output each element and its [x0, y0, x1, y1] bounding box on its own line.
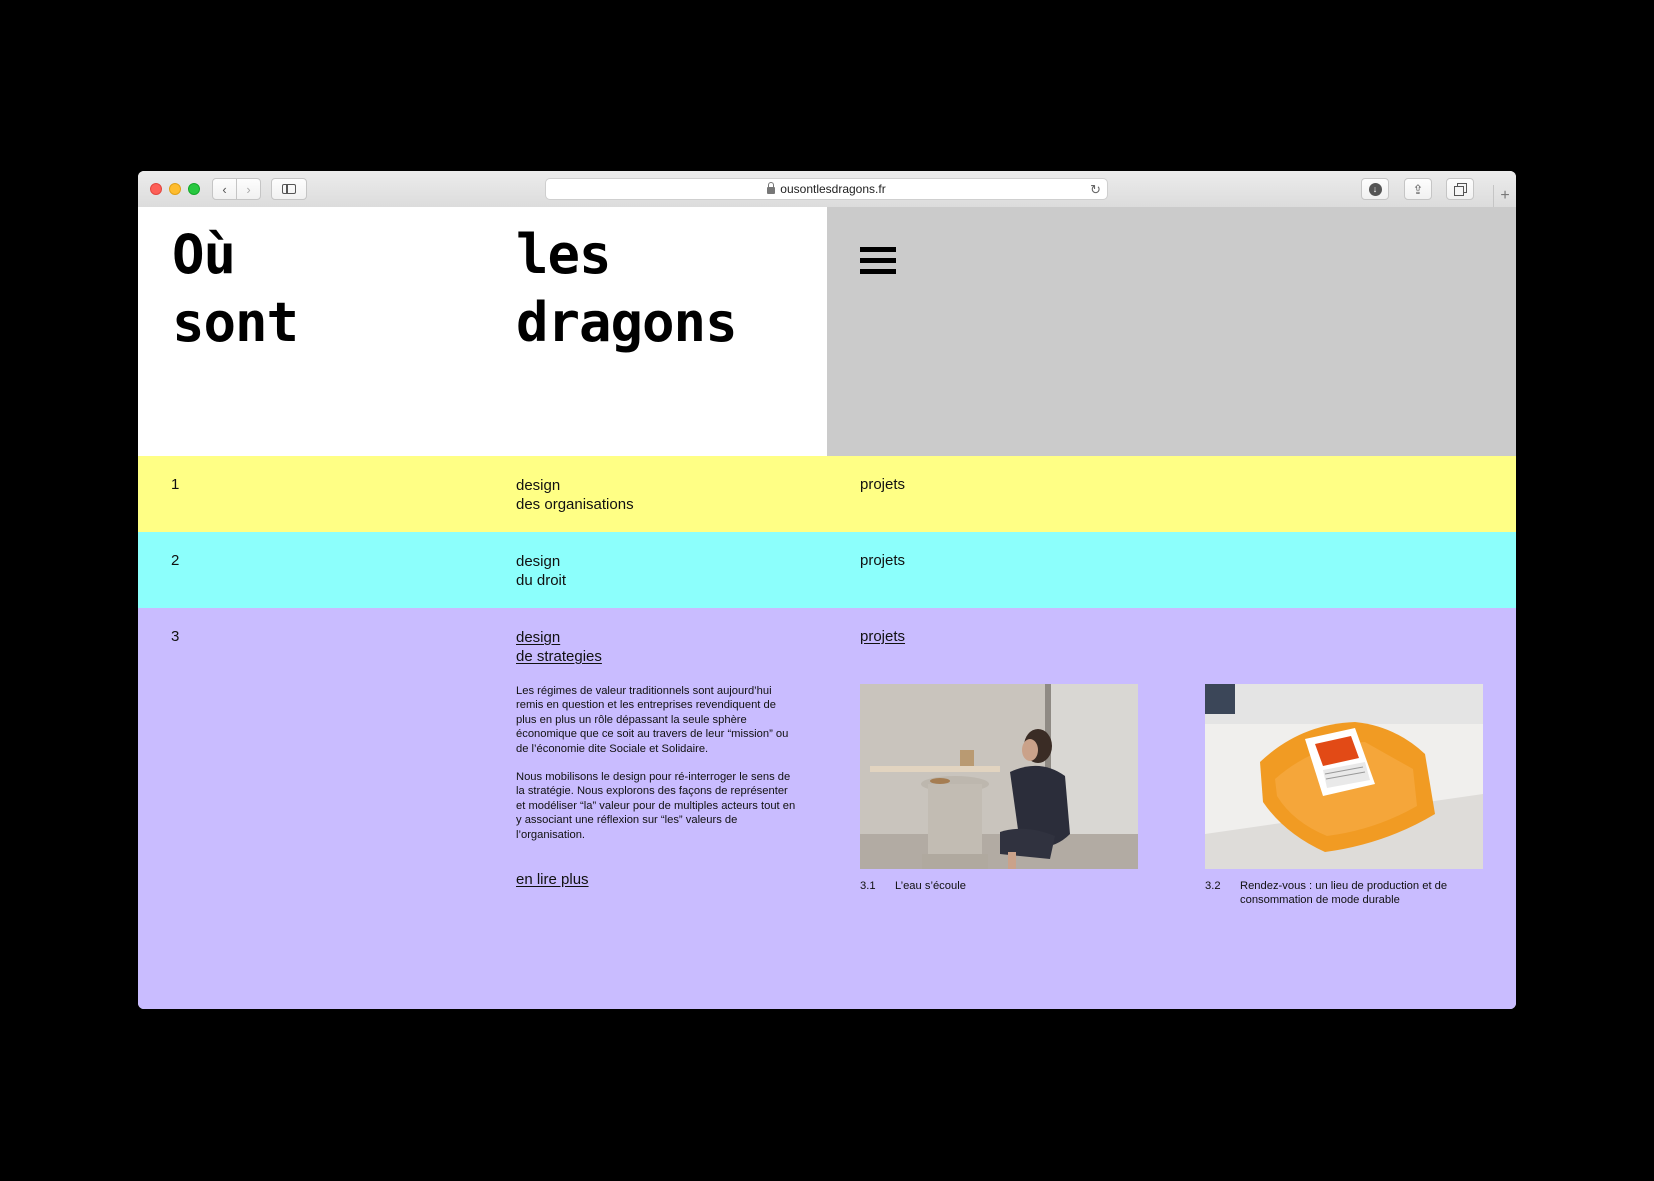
share-button[interactable]: ⇪ [1404, 178, 1432, 200]
logo-word[interactable]: sont [172, 289, 299, 357]
section-title-line: design [516, 629, 561, 646]
section-row-organisations: 1 design des organisations projets [138, 456, 1516, 532]
close-window-button[interactable] [150, 183, 162, 195]
logo-word[interactable]: les [516, 221, 612, 289]
downloads-button[interactable]: ↓ [1361, 178, 1389, 200]
project-number: 3.1 [860, 880, 876, 892]
project-thumbnail-3-2[interactable] [1205, 684, 1483, 869]
project-thumbnail-3-1[interactable] [860, 684, 1138, 869]
section-number: 2 [171, 552, 180, 569]
project-title: L’eau s’écoule [895, 880, 966, 892]
section-title-line: design [516, 553, 561, 570]
zoom-window-button[interactable] [188, 183, 200, 195]
address-url: ousontlesdragons.fr [780, 182, 886, 196]
section-title-line: du droit [516, 572, 567, 589]
back-button[interactable]: ‹ [212, 178, 237, 200]
chevron-left-icon: ‹ [222, 181, 227, 197]
logo-word[interactable]: Où [172, 221, 236, 289]
hamburger-menu-icon[interactable] [860, 247, 896, 275]
chevron-right-icon: › [246, 181, 251, 197]
site-header-menu-area [827, 207, 1516, 456]
section-title[interactable]: design de strategies [516, 628, 602, 666]
read-more-link[interactable]: en lire plus [516, 871, 589, 888]
plus-icon: + [1500, 187, 1510, 204]
section-row-droit: 2 design du droit projets [138, 532, 1516, 608]
photo-folded-orange-garment-image [1205, 684, 1483, 869]
project-caption[interactable]: 3.2 Rendez-vous : un lieu de production … [1205, 879, 1485, 908]
project-caption[interactable]: 3.1 L’eau s’écoule [860, 879, 966, 893]
browser-window: ‹ › ousontlesdragons.fr ↻ ↓ ⇪ + Où sont [138, 171, 1516, 1009]
section-title-line: des organisations [516, 496, 634, 513]
tab-overview-button[interactable] [1446, 178, 1474, 200]
section-title[interactable]: design du droit [516, 552, 566, 590]
section-title-line: design [516, 477, 561, 494]
description-paragraph: Les régimes de valeur traditionnels sont… [516, 685, 789, 755]
share-icon: ⇪ [1412, 181, 1424, 197]
new-tab-button[interactable]: + [1493, 185, 1516, 207]
section-description: Les régimes de valeur traditionnels sont… [516, 684, 796, 856]
section-projects-link[interactable]: projets [860, 628, 905, 645]
project-title: Rendez-vous : un lieu de production et d… [1240, 880, 1448, 907]
section-number: 1 [171, 476, 180, 493]
download-icon: ↓ [1368, 182, 1382, 196]
sidebar-toggle-button[interactable] [271, 178, 307, 200]
section-title[interactable]: design des organisations [516, 476, 634, 514]
project-number: 3.2 [1205, 880, 1221, 892]
section-row-strategies: 3 design de strategies projets Les régim… [138, 608, 1516, 1009]
reload-icon[interactable]: ↻ [1090, 182, 1101, 198]
description-paragraph: Nous mobilisons le design pour ré-interr… [516, 771, 796, 841]
site-header-logo-area: Où sont les dragons [138, 207, 827, 456]
address-bar[interactable]: ousontlesdragons.fr ↻ [545, 178, 1108, 200]
lock-icon [767, 181, 776, 194]
web-page: Où sont les dragons 1 design des organis… [138, 207, 1516, 1009]
section-projects-link[interactable]: projets [860, 476, 905, 493]
photo-woman-seated-image [860, 684, 1138, 869]
browser-toolbar: ‹ › ousontlesdragons.fr ↻ ↓ ⇪ + [138, 171, 1516, 208]
minimize-window-button[interactable] [169, 183, 181, 195]
tabs-icon [1454, 183, 1467, 196]
logo-word[interactable]: dragons [516, 289, 738, 357]
section-number: 3 [171, 628, 180, 645]
sidebar-icon [282, 184, 296, 194]
section-projects-link[interactable]: projets [860, 552, 905, 569]
section-title-line: de strategies [516, 648, 602, 665]
forward-button[interactable]: › [236, 178, 261, 200]
